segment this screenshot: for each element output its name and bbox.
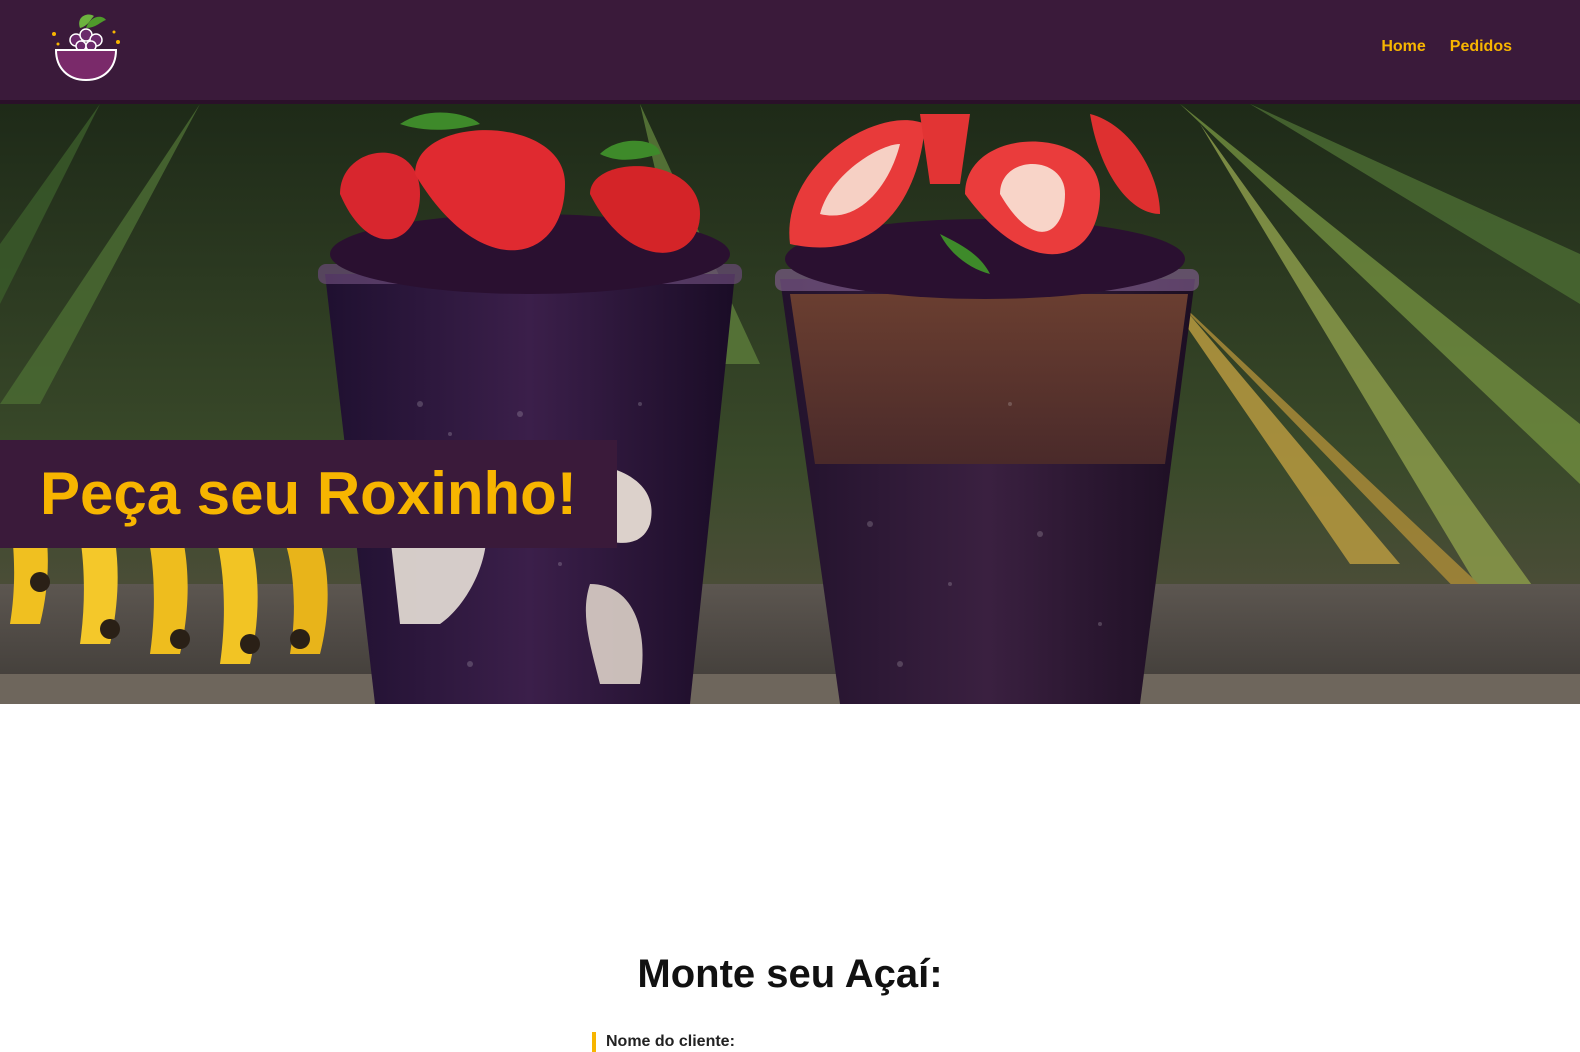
hero-image <box>0 104 1580 704</box>
top-navbar: Home Pedidos <box>0 0 1580 104</box>
order-section-title: Monte seu Açaí: <box>637 952 943 996</box>
acai-bowl-logo-icon[interactable] <box>50 10 120 84</box>
main-nav: Home Pedidos <box>1381 38 1512 56</box>
customer-name-label: Nome do cliente: <box>606 1033 735 1050</box>
nav-link-home[interactable]: Home <box>1381 38 1425 56</box>
hero-title: Peça seu Roxinho! <box>40 460 577 527</box>
nav-link-pedidos[interactable]: Pedidos <box>1450 38 1512 56</box>
hero-section: Peça seu Roxinho! <box>0 104 1580 704</box>
customer-name-field: Nome do cliente: <box>592 1032 735 1052</box>
hero-banner: Peça seu Roxinho! <box>0 440 617 548</box>
